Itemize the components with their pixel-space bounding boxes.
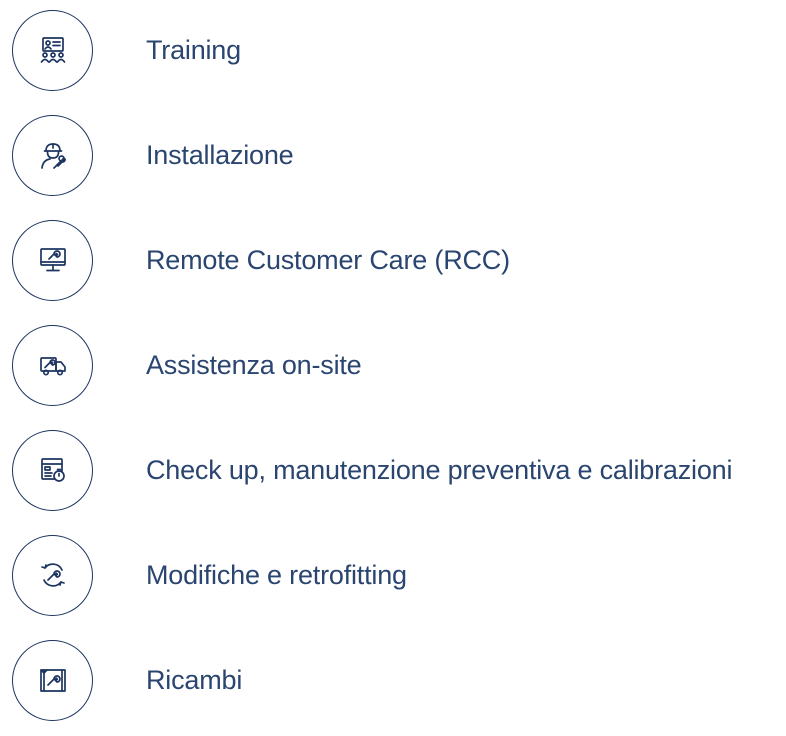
service-item-installazione[interactable]: Installazione bbox=[12, 113, 782, 197]
service-item-ricambi[interactable]: Ricambi bbox=[12, 638, 782, 722]
service-label: Assistenza on-site bbox=[146, 349, 362, 380]
service-truck-icon bbox=[12, 324, 93, 406]
service-label: Check up, manutenzione preventiva e cali… bbox=[146, 454, 733, 485]
rotating-wrench-icon bbox=[12, 534, 93, 616]
service-list: Training Installazione Remote Customer C… bbox=[0, 0, 786, 736]
service-item-modifiche[interactable]: Modifiche e retrofitting bbox=[12, 533, 782, 617]
checklist-stopwatch-icon bbox=[12, 429, 93, 511]
service-label: Remote Customer Care (RCC) bbox=[146, 244, 510, 275]
service-label: Training bbox=[146, 34, 241, 65]
service-item-training[interactable]: Training bbox=[12, 8, 782, 92]
monitor-wrench-icon bbox=[12, 219, 93, 301]
service-item-rcc[interactable]: Remote Customer Care (RCC) bbox=[12, 218, 782, 302]
service-label: Modifiche e retrofitting bbox=[146, 559, 407, 590]
service-label: Ricambi bbox=[146, 664, 243, 695]
technician-icon bbox=[12, 114, 93, 196]
service-label: Installazione bbox=[146, 139, 294, 170]
training-icon bbox=[12, 9, 93, 91]
service-item-checkup[interactable]: Check up, manutenzione preventiva e cali… bbox=[12, 428, 782, 512]
spare-parts-icon bbox=[12, 639, 93, 721]
service-item-assistenza[interactable]: Assistenza on-site bbox=[12, 323, 782, 407]
